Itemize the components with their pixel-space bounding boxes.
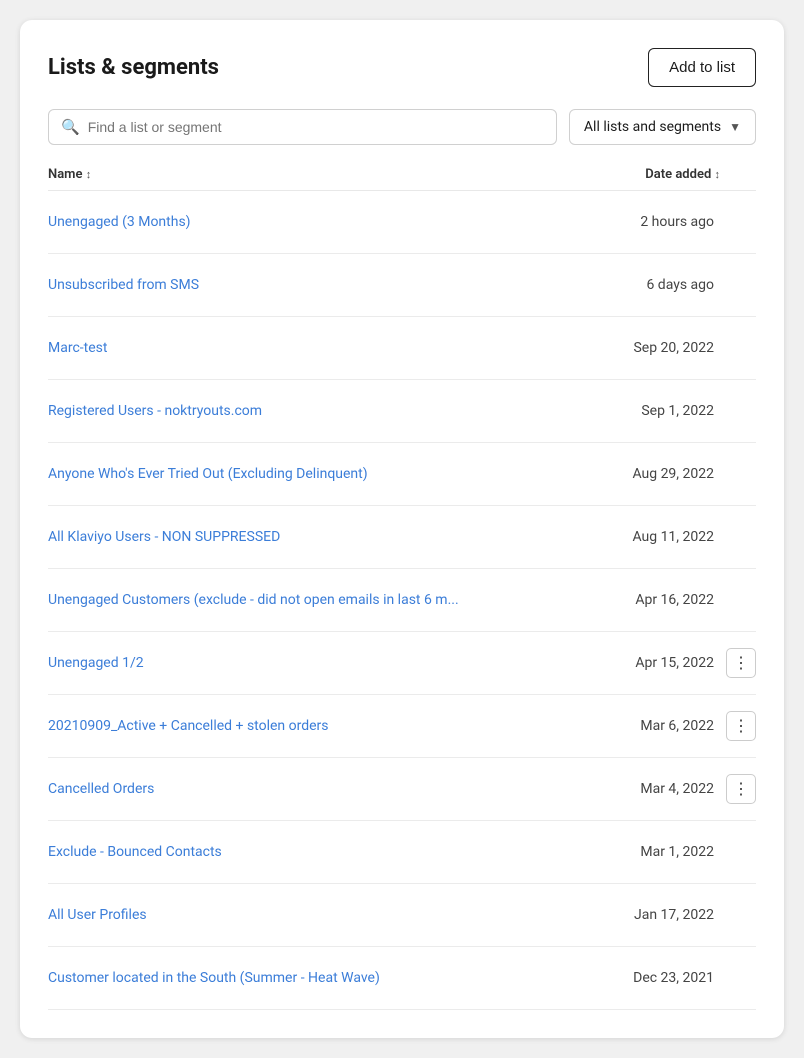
row-right: Aug 29, 2022	[576, 459, 756, 489]
more-placeholder	[726, 522, 756, 552]
row-name-link[interactable]: Customer located in the South (Summer - …	[48, 970, 380, 986]
table-row: Registered Users - noktryouts.com Sep 1, …	[48, 380, 756, 443]
row-name-link[interactable]: All Klaviyo Users - NON SUPPRESSED	[48, 529, 280, 545]
table-row: Customer located in the South (Summer - …	[48, 947, 756, 1010]
table-row: Anyone Who's Ever Tried Out (Excluding D…	[48, 443, 756, 506]
row-right: Aug 11, 2022	[576, 522, 756, 552]
more-placeholder	[726, 963, 756, 993]
row-date: Aug 11, 2022	[632, 529, 714, 545]
row-right: Dec 23, 2021	[576, 963, 756, 993]
search-box: 🔍	[48, 109, 557, 145]
chevron-down-icon: ▼	[729, 120, 741, 134]
more-placeholder	[726, 396, 756, 426]
table-row: Unsubscribed from SMS 6 days ago	[48, 254, 756, 317]
more-placeholder	[726, 270, 756, 300]
row-date: 6 days ago	[646, 277, 714, 293]
table-body: Unengaged (3 Months) 2 hours ago Unsubscri…	[48, 191, 756, 1010]
row-date: Mar 4, 2022	[640, 781, 714, 797]
row-right: Apr 16, 2022	[576, 585, 756, 615]
more-placeholder	[726, 837, 756, 867]
col-name-header: Name ↕	[48, 167, 91, 182]
row-date: 2 hours ago	[640, 214, 714, 230]
add-to-list-button[interactable]: Add to list	[648, 48, 756, 87]
row-name-link[interactable]: Exclude - Bounced Contacts	[48, 844, 222, 860]
lists-segments-card: Lists & segments Add to list 🔍 All lists…	[20, 20, 784, 1038]
row-name-link[interactable]: Unengaged 1/2	[48, 655, 144, 671]
row-right: Apr 15, 2022 ⋮	[576, 648, 756, 678]
row-right: Sep 20, 2022	[576, 333, 756, 363]
row-name-link[interactable]: Registered Users - noktryouts.com	[48, 403, 262, 419]
more-options-button[interactable]: ⋮	[726, 648, 756, 678]
col-date-header: Date added ↕	[645, 167, 720, 182]
row-name-link[interactable]: Unsubscribed from SMS	[48, 277, 199, 293]
row-name-link[interactable]: Unengaged Customers (exclude - did not o…	[48, 592, 459, 608]
more-placeholder	[726, 333, 756, 363]
table-row: All Klaviyo Users - NON SUPPRESSED Aug 11…	[48, 506, 756, 569]
row-name-link[interactable]: Unengaged (3 Months)	[48, 214, 191, 230]
row-date: Sep 1, 2022	[641, 403, 714, 419]
more-placeholder	[726, 585, 756, 615]
more-options-button[interactable]: ⋮	[726, 774, 756, 804]
name-sort-icon: ↕	[86, 168, 92, 181]
toolbar: 🔍 All lists and segments ▼	[48, 109, 756, 145]
table-row: Marc-test Sep 20, 2022	[48, 317, 756, 380]
row-name-link[interactable]: Marc-test	[48, 340, 107, 356]
row-right: Mar 6, 2022 ⋮	[576, 711, 756, 741]
more-placeholder	[726, 207, 756, 237]
row-name-link[interactable]: 20210909_Active + Cancelled + stolen ord…	[48, 718, 329, 734]
row-name-link[interactable]: Anyone Who's Ever Tried Out (Excluding D…	[48, 466, 368, 482]
filter-label: All lists and segments	[584, 119, 721, 135]
table-row: Exclude - Bounced Contacts Mar 1, 2022	[48, 821, 756, 884]
row-name-link[interactable]: All User Profiles	[48, 907, 147, 923]
search-input[interactable]	[88, 119, 544, 135]
row-right: Jan 17, 2022	[576, 900, 756, 930]
more-options-button[interactable]: ⋮	[726, 711, 756, 741]
page-header: Lists & segments Add to list	[48, 48, 756, 87]
row-right: Mar 1, 2022	[576, 837, 756, 867]
row-date: Sep 20, 2022	[633, 340, 714, 356]
table-row: Unengaged 1/2 Apr 15, 2022 ⋮	[48, 632, 756, 695]
row-right: Mar 4, 2022 ⋮	[576, 774, 756, 804]
page-title: Lists & segments	[48, 55, 219, 80]
table-row: Unengaged Customers (exclude - did not o…	[48, 569, 756, 632]
row-date: Aug 29, 2022	[632, 466, 714, 482]
table-row: 20210909_Active + Cancelled + stolen ord…	[48, 695, 756, 758]
row-right: 6 days ago	[576, 270, 756, 300]
table-row: All User Profiles Jan 17, 2022	[48, 884, 756, 947]
row-right: 2 hours ago	[576, 207, 756, 237]
row-date: Mar 6, 2022	[640, 718, 714, 734]
more-placeholder	[726, 459, 756, 489]
row-date: Apr 16, 2022	[635, 592, 714, 608]
table-row: Cancelled Orders Mar 4, 2022 ⋮	[48, 758, 756, 821]
table-row: Unengaged (3 Months) 2 hours ago	[48, 191, 756, 254]
search-icon: 🔍	[61, 118, 80, 136]
row-name-link[interactable]: Cancelled Orders	[48, 781, 154, 797]
row-date: Apr 15, 2022	[635, 655, 714, 671]
row-date: Jan 17, 2022	[634, 907, 714, 923]
table-header: Name ↕ Date added ↕	[48, 163, 756, 191]
more-placeholder	[726, 900, 756, 930]
row-right: Sep 1, 2022	[576, 396, 756, 426]
filter-dropdown[interactable]: All lists and segments ▼	[569, 109, 756, 145]
row-date: Mar 1, 2022	[640, 844, 714, 860]
date-sort-icon: ↕	[715, 168, 721, 181]
row-date: Dec 23, 2021	[633, 970, 714, 986]
